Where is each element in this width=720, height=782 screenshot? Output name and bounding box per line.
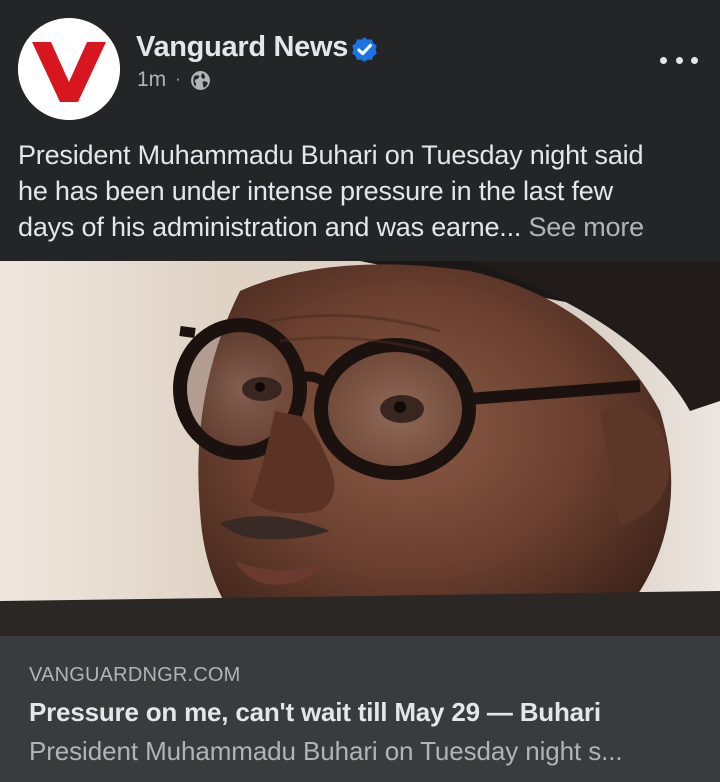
page-name[interactable]: Vanguard News bbox=[136, 31, 348, 64]
news-feed-post: Vanguard News 1m · President Muhammadu B… bbox=[0, 0, 720, 782]
more-options-icon[interactable] bbox=[660, 52, 698, 68]
post-text-line: days of his administration and was earne… bbox=[18, 212, 522, 242]
link-preview-card[interactable]: VANGUARDNGR.COM Pressure on me, can't wa… bbox=[0, 636, 720, 782]
post-meta: 1m · bbox=[137, 68, 211, 92]
verified-badge-icon bbox=[349, 34, 380, 65]
link-domain: VANGUARDNGR.COM bbox=[29, 664, 241, 686]
vanguard-logo-icon bbox=[18, 18, 120, 120]
post-text-line: President Muhammadu Buhari on Tuesday ni… bbox=[18, 140, 644, 170]
meta-separator: · bbox=[175, 71, 181, 88]
post-timestamp[interactable]: 1m bbox=[137, 68, 166, 92]
page-avatar[interactable] bbox=[18, 18, 120, 120]
link-description: President Muhammadu Buhari on Tuesday ni… bbox=[29, 736, 623, 766]
globe-icon bbox=[190, 70, 211, 91]
more-dot bbox=[660, 56, 667, 64]
link-title[interactable]: Pressure on me, can't wait till May 29 —… bbox=[29, 697, 601, 728]
post-text-line-last: days of his administration and was earne… bbox=[18, 209, 708, 245]
more-dot bbox=[691, 56, 698, 64]
portrait-image bbox=[0, 261, 720, 636]
post-photo[interactable] bbox=[0, 261, 720, 636]
post-text-line: he has been under intense pressure in th… bbox=[18, 176, 613, 206]
post-header: Vanguard News 1m · bbox=[0, 0, 720, 128]
post-text: President Muhammadu Buhari on Tuesday ni… bbox=[18, 137, 708, 245]
more-dot bbox=[675, 56, 683, 64]
see-more-link[interactable]: See more bbox=[529, 212, 645, 242]
